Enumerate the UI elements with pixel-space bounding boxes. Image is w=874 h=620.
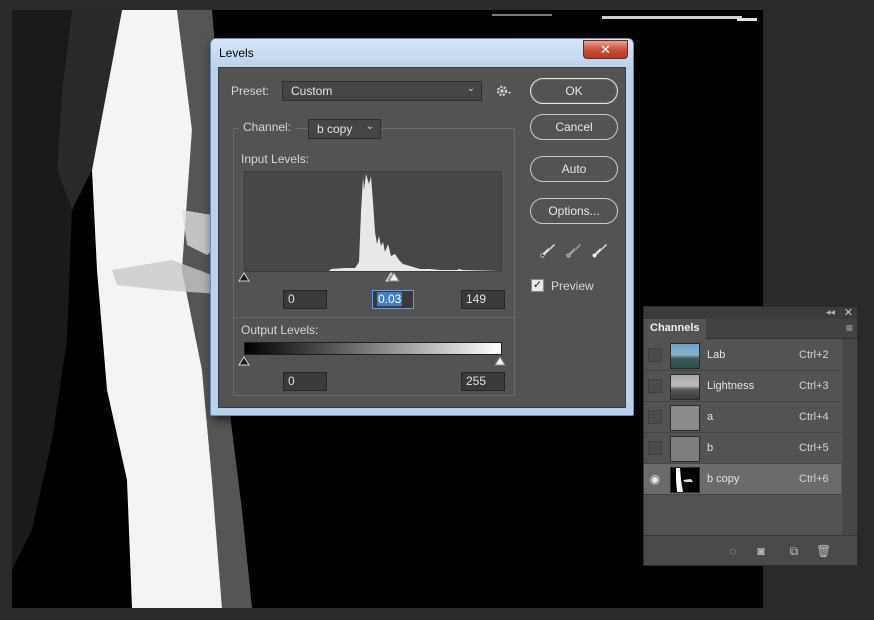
input-gamma-field[interactable]: 0.03	[372, 290, 414, 309]
panel-tabbar: Channels ≡	[644, 319, 857, 339]
channel-label: Channel:	[239, 120, 296, 134]
eye-icon[interactable]: ◉	[648, 472, 662, 486]
input-gamma-value: 0.03	[377, 292, 403, 306]
histogram	[244, 171, 502, 272]
dialog-title: Levels	[219, 46, 254, 60]
channel-value: b copy	[317, 122, 353, 136]
preset-dropdown[interactable]: Custom ⌄	[282, 81, 482, 101]
input-white-field[interactable]: 149	[461, 290, 505, 309]
channel-thumbnail	[670, 405, 700, 431]
output-black-value: 0	[288, 374, 295, 388]
options-button[interactable]: Options...	[530, 198, 618, 224]
new-channel-icon[interactable]: ⧉	[787, 544, 801, 558]
input-black-field[interactable]: 0	[283, 290, 327, 309]
channel-name: a	[707, 411, 714, 423]
panel-topbar[interactable]: ◂◂ ✕	[644, 307, 857, 319]
panel-scrollbar[interactable]	[842, 339, 857, 535]
gear-icon[interactable]	[495, 82, 513, 100]
channel-dropdown[interactable]: b copy ⌄	[308, 119, 381, 139]
channels-panel: ◂◂ ✕ Channels ≡ Lab Ctrl+2 Lightness Ctr…	[643, 306, 858, 566]
chevron-down-icon: ⌄	[365, 121, 374, 132]
save-selection-icon[interactable]: ◙	[754, 544, 768, 558]
preview-label: Preview	[551, 279, 594, 293]
close-button[interactable]: ✕	[583, 40, 628, 59]
tab-channels[interactable]: Channels	[644, 319, 706, 339]
preset-label: Preset:	[231, 84, 270, 98]
ok-button[interactable]: OK	[530, 78, 618, 104]
output-gradient	[244, 342, 502, 355]
channel-row-lightness[interactable]: Lightness Ctrl+3	[644, 371, 841, 402]
channel-thumbnail	[670, 467, 700, 493]
close-icon: ✕	[600, 42, 611, 57]
visibility-toggle[interactable]	[648, 348, 662, 362]
channel-row-b-copy[interactable]: ◉ b copy Ctrl+6	[644, 464, 841, 495]
channel-thumbnail	[670, 436, 700, 462]
input-levels-label: Input Levels:	[241, 152, 310, 166]
input-white-value: 149	[466, 292, 487, 306]
panel-menu-icon[interactable]: ≡	[846, 321, 853, 335]
channel-name: Lab	[707, 349, 726, 361]
visibility-toggle[interactable]	[648, 441, 662, 455]
output-levels-label: Output Levels:	[241, 323, 319, 337]
visibility-toggle[interactable]	[648, 379, 662, 393]
input-black-value: 0	[288, 292, 295, 306]
eyedropper-black-icon[interactable]	[539, 241, 557, 259]
channel-row-lab[interactable]: Lab Ctrl+2	[644, 340, 841, 371]
load-selection-icon[interactable]: ◌	[726, 544, 740, 558]
chevron-down-icon: ⌄	[466, 83, 475, 94]
preset-value: Custom	[291, 84, 333, 98]
dialog-titlebar[interactable]: Levels ✕	[211, 39, 633, 67]
channel-shortcut: Ctrl+3	[799, 380, 829, 392]
preview-checkbox[interactable]: ✓	[531, 279, 544, 292]
eyedropper-white-icon[interactable]	[591, 241, 609, 259]
cancel-button[interactable]: Cancel	[530, 114, 618, 140]
section-divider	[233, 317, 515, 318]
input-white-slider[interactable]	[387, 272, 401, 282]
channel-row-a[interactable]: a Ctrl+4	[644, 402, 841, 433]
channel-shortcut: Ctrl+6	[799, 473, 829, 485]
collapse-icon[interactable]: ◂◂	[826, 307, 835, 318]
auto-button[interactable]: Auto	[530, 156, 618, 182]
close-icon[interactable]: ✕	[844, 306, 853, 319]
channel-row-b[interactable]: b Ctrl+5	[644, 433, 841, 464]
channel-thumbnail	[670, 343, 700, 369]
channel-shortcut: Ctrl+4	[799, 411, 829, 423]
channel-shortcut: Ctrl+2	[799, 349, 829, 361]
channel-thumbnail	[670, 374, 700, 400]
output-white-value: 255	[466, 374, 487, 388]
eyedropper-gray-icon[interactable]	[565, 241, 583, 259]
channel-shortcut: Ctrl+5	[799, 442, 829, 454]
trash-icon[interactable]: 🗑	[816, 544, 831, 558]
input-black-slider[interactable]	[237, 272, 251, 282]
output-white-slider[interactable]	[493, 356, 507, 366]
channel-name: b	[707, 442, 714, 454]
output-black-slider[interactable]	[237, 356, 251, 366]
levels-dialog: Levels ✕ Preset: Custom ⌄ Channel: b cop…	[210, 38, 634, 416]
channel-name: Lightness	[707, 380, 755, 392]
visibility-toggle[interactable]	[648, 410, 662, 424]
dialog-body: Preset: Custom ⌄ Channel: b copy ⌄ Input…	[218, 67, 626, 408]
panel-footer: ◌ ◙ ⧉ 🗑	[644, 535, 857, 565]
output-black-field[interactable]: 0	[283, 372, 327, 391]
output-white-field[interactable]: 255	[461, 372, 505, 391]
channel-name: b copy	[707, 473, 740, 485]
